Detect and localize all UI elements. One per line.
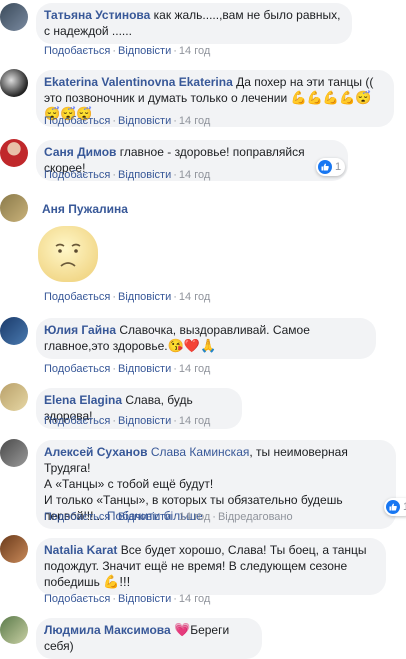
heart-emoji: 💗 <box>174 622 191 637</box>
comment-bubble: Людмила Максимова 💗Береги себя) <box>36 618 262 659</box>
comment-time[interactable]: 14 год <box>179 593 210 605</box>
comment-actions: Подобається · Відповісти · 14 год <box>44 45 211 57</box>
avatar[interactable] <box>0 69 28 97</box>
comment-author[interactable]: Natalia Karat <box>44 543 117 557</box>
reply-link[interactable]: Відповісти <box>118 169 171 181</box>
reaction-count[interactable]: 1 <box>316 158 346 176</box>
comment-actions: Подобається · Відповісти · 14 год <box>44 415 211 427</box>
avatar[interactable] <box>0 439 28 467</box>
reply-link[interactable]: Відповісти <box>118 511 171 523</box>
comment-actions: Подобається · Відповісти · 14 год <box>44 593 211 605</box>
avatar[interactable] <box>0 3 28 31</box>
like-icon <box>386 500 400 514</box>
comment-author[interactable]: Алексей Суханов <box>44 445 148 459</box>
reply-link[interactable]: Відповісти <box>118 363 171 375</box>
emoji: 😘❤️🙏 <box>167 338 217 353</box>
avatar[interactable] <box>0 139 28 167</box>
reply-link[interactable]: Відповісти <box>118 45 171 57</box>
avatar[interactable] <box>0 383 28 411</box>
comment-time[interactable]: 14 год <box>179 169 210 181</box>
like-link[interactable]: Подобається <box>44 363 110 375</box>
avatar[interactable] <box>0 616 28 644</box>
like-link[interactable]: Подобається <box>44 169 110 181</box>
mention-link[interactable]: Слава Каминская <box>151 445 250 459</box>
comment-bubble: Татьяна Устинова как жаль.....,вам не бы… <box>36 3 352 44</box>
like-icon <box>318 160 332 174</box>
reply-link[interactable]: Відповісти <box>118 415 171 427</box>
emoji: 💪!!! <box>103 574 131 589</box>
comment-time[interactable]: 14 год <box>179 511 210 523</box>
comment-time[interactable]: 14 год <box>179 415 210 427</box>
comment-author[interactable]: Юлия Гайна <box>44 323 116 337</box>
edited-label[interactable]: Відредаговано <box>218 511 293 523</box>
comment-author[interactable]: Ekaterina Valentinovna Ekaterina <box>44 75 233 89</box>
comment-time[interactable]: 14 год <box>179 45 210 57</box>
comment-author[interactable]: Людмила Максимова <box>44 623 171 637</box>
like-link[interactable]: Подобається <box>44 291 110 303</box>
like-link[interactable]: Подобається <box>44 45 110 57</box>
comment-actions: Подобається · Відповісти · 14 год <box>44 169 211 181</box>
comment-time[interactable]: 14 год <box>179 363 210 375</box>
avatar[interactable] <box>0 535 28 563</box>
avatar[interactable] <box>0 317 28 345</box>
comment-text: И только «Танцы», в которых ты обязатель… <box>44 493 343 507</box>
like-link[interactable]: Подобається <box>44 415 110 427</box>
reaction-count[interactable]: 1 <box>384 498 406 516</box>
like-link[interactable]: Подобається <box>44 511 110 523</box>
sad-face-sticker <box>34 222 102 286</box>
like-link[interactable]: Подобається <box>44 593 110 605</box>
comment-author[interactable]: Аня Пужалина <box>42 202 128 216</box>
comment-author[interactable]: Татьяна Устинова <box>44 8 150 22</box>
comment-time[interactable]: 14 год <box>179 115 210 127</box>
comment-author[interactable]: Elena Elagina <box>44 393 122 407</box>
comment-bubble: Natalia Karat Все будет хорошо, Слава! Т… <box>36 538 386 595</box>
comment-actions: Подобається · Відповісти · 14 год <box>44 115 211 127</box>
comment-bubble: Юлия Гайна Славочка, выздоравливай. Само… <box>36 318 376 359</box>
avatar[interactable] <box>0 194 28 222</box>
comment-text: А «Танцы» с тобой ещё будут! <box>44 477 214 491</box>
reply-link[interactable]: Відповісти <box>118 291 171 303</box>
reply-link[interactable]: Відповісти <box>118 115 171 127</box>
comment-actions: Подобається · Відповісти · 14 год · Відредагов… <box>44 511 293 523</box>
comment-time[interactable]: 14 год <box>179 291 210 303</box>
comment-actions: Подобається · Відповісти · 14 год <box>44 363 211 375</box>
comment-author[interactable]: Саня Димов <box>44 145 116 159</box>
like-link[interactable]: Подобається <box>44 115 110 127</box>
reply-link[interactable]: Відповісти <box>118 593 171 605</box>
comment-actions: Подобається · Відповісти · 14 год <box>44 291 211 303</box>
